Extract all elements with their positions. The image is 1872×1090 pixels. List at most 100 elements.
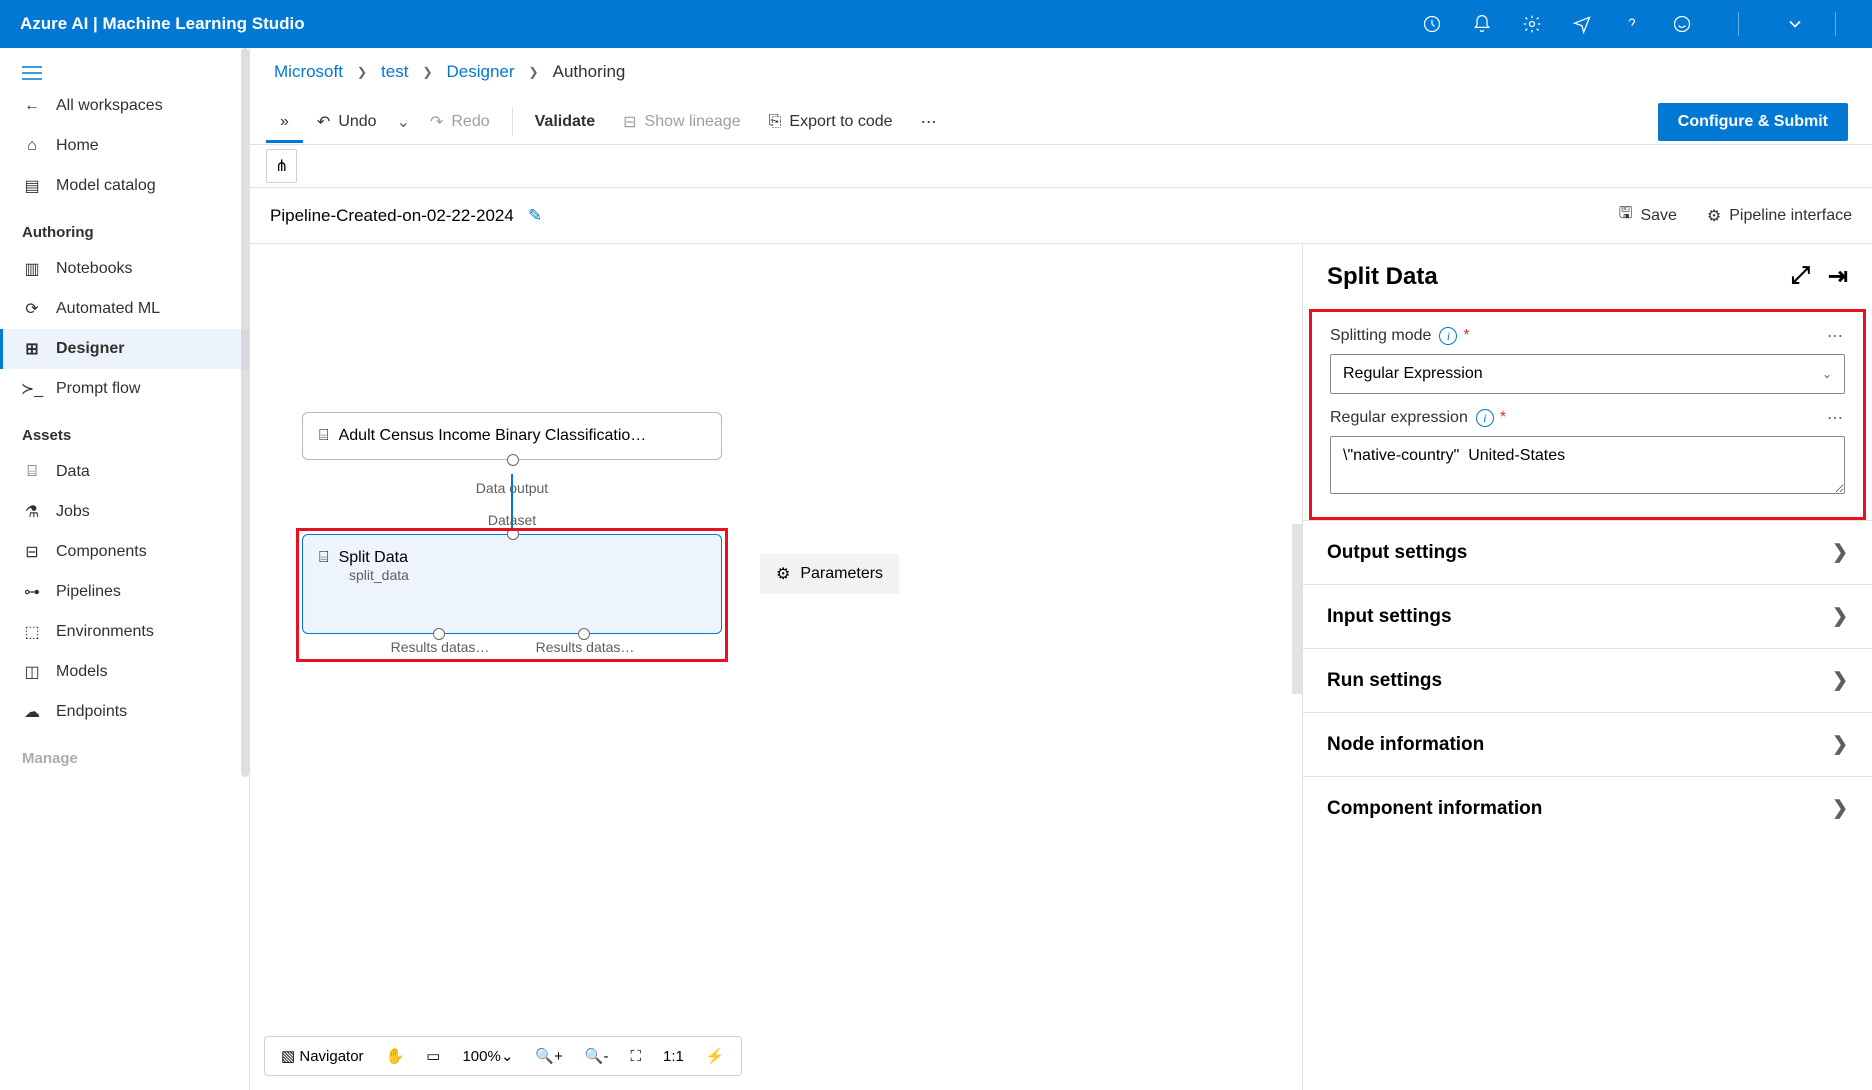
settings-icon[interactable] (1522, 14, 1542, 34)
undo-dropdown-button[interactable]: ⌄ (391, 100, 416, 144)
sidebar-item-data[interactable]: ⌸Data (0, 452, 249, 492)
properties-panel: Split Data ⤢ ⇥ Splitting mode i * ⋯ Regu… (1302, 244, 1872, 1090)
breadcrumb-link[interactable]: Microsoft (274, 62, 343, 82)
home-icon: ⌂ (22, 136, 42, 156)
environments-icon: ⬚ (22, 622, 42, 642)
redo-button[interactable]: ↷Redo (416, 100, 504, 144)
notebook-icon: ▥ (22, 259, 42, 279)
models-icon: ◫ (22, 662, 42, 682)
breadcrumb-link[interactable]: Designer (447, 62, 515, 82)
sidebar-item-jobs[interactable]: ⚗ Jobs (0, 492, 249, 532)
designer-canvas[interactable]: ⌸Adult Census Income Binary Classificati… (250, 244, 1302, 1090)
fit-screen-button[interactable]: ⛶ (625, 1044, 648, 1069)
sidebar-item-designer[interactable]: ⊞ Designer (0, 329, 249, 369)
save-button[interactable]: 🖫Save (1619, 202, 1677, 229)
expand-panel-button[interactable]: » (266, 101, 303, 143)
sidebar-item-label: Model catalog (56, 177, 156, 195)
output-port[interactable] (507, 454, 519, 466)
menu-toggle-icon[interactable] (0, 60, 249, 86)
field-menu-button[interactable]: ⋯ (1827, 408, 1845, 428)
input-port[interactable] (507, 528, 519, 540)
accordion-label: Run settings (1327, 670, 1442, 692)
jobs-icon: ⚗ (22, 502, 42, 522)
undo-button[interactable]: ↶Undo (303, 100, 391, 144)
pan-button[interactable]: ✋ (380, 1043, 411, 1069)
regular-expression-input[interactable]: \"native-country" United-States (1330, 436, 1845, 494)
collapse-icon[interactable]: ⇥ (1828, 262, 1848, 291)
sidebar-item-environments[interactable]: ⬚Environments (0, 612, 249, 652)
expand-icon[interactable]: ⤢ (1791, 262, 1810, 291)
sidebar-item-label: Jobs (56, 503, 90, 521)
select-value: Regular Expression (1343, 365, 1483, 383)
zoom-out-button[interactable]: 🔍- (579, 1043, 615, 1069)
sidebar-item-automated-ml[interactable]: ⟳ Automated ML (0, 289, 249, 329)
required-indicator: * (1500, 409, 1506, 427)
accordion-input-settings[interactable]: Input settings❯ (1303, 584, 1872, 648)
scrollbar[interactable] (241, 48, 249, 777)
accordion-run-settings[interactable]: Run settings ❯ (1303, 648, 1872, 712)
sidebar-item-components[interactable]: ⊟Components (0, 532, 249, 572)
navigator-label: Navigator (299, 1048, 363, 1065)
notifications-icon[interactable] (1472, 14, 1492, 34)
chevron-down-icon[interactable] (1785, 14, 1805, 34)
pipeline-interface-button[interactable]: ⚙Pipeline interface (1707, 206, 1852, 226)
edit-icon[interactable]: ✎ (528, 206, 542, 226)
help-icon[interactable] (1622, 14, 1642, 34)
dataset-icon: ⌸ (319, 427, 329, 445)
info-icon[interactable]: i (1476, 409, 1494, 427)
navigator-button[interactable]: ▧ Navigator (275, 1043, 370, 1069)
export-button[interactable]: ⎘Export to code (755, 101, 907, 143)
recent-icon[interactable] (1422, 14, 1442, 34)
configure-submit-button[interactable]: Configure & Submit (1658, 103, 1848, 141)
validate-button[interactable]: Validate (521, 101, 609, 143)
sliders-icon: ⚙ (776, 564, 790, 584)
feedback-icon[interactable] (1572, 14, 1592, 34)
splitting-mode-select[interactable]: Regular Expression ⌄ (1330, 354, 1845, 394)
canvas-node-dataset[interactable]: ⌸Adult Census Income Binary Classificati… (302, 412, 722, 460)
canvas-node-split-data[interactable]: ⌸Split Data split_data (302, 534, 722, 634)
sidebar-item-prompt-flow[interactable]: ≻_ Prompt flow (0, 369, 249, 409)
parameters-button[interactable]: ⚙ Parameters (760, 554, 899, 594)
graph-view-button[interactable]: ⋔ (266, 149, 297, 183)
show-lineage-button[interactable]: ⊟Show lineage (609, 100, 754, 144)
sidebar-item-label: Components (56, 543, 147, 561)
sidebar-item-endpoints[interactable]: ☁Endpoints (0, 692, 249, 732)
sidebar-item-pipelines[interactable]: ⊶Pipelines (0, 572, 249, 612)
sidebar-item-models[interactable]: ◫Models (0, 652, 249, 692)
field-menu-button[interactable]: ⋯ (1827, 326, 1845, 346)
sidebar-item-label: Notebooks (56, 260, 133, 278)
sidebar-section-authoring: Authoring (0, 206, 249, 249)
save-label: Save (1640, 207, 1676, 225)
chevron-right-icon: ❯ (1832, 669, 1848, 692)
breadcrumb-current: Authoring (553, 62, 626, 82)
breadcrumb-link[interactable]: test (381, 62, 408, 82)
sidebar-item-home[interactable]: ⌂ Home (0, 126, 249, 166)
accordion-output-settings[interactable]: Output settings❯ (1303, 520, 1872, 584)
designer-icon: ⊞ (22, 339, 42, 359)
canvas-scrollbar[interactable] (1292, 524, 1302, 694)
info-icon[interactable]: i (1439, 327, 1457, 345)
gear-icon: ⚙ (1707, 206, 1721, 226)
zoom-level[interactable]: 100% ⌄ (456, 1043, 519, 1069)
sidebar-section-manage: Manage (0, 732, 249, 775)
sidebar-item-label: Prompt flow (56, 380, 140, 398)
sidebar-item-model-catalog[interactable]: ▤ Model catalog (0, 166, 249, 206)
automl-icon: ⟳ (22, 299, 42, 319)
smiley-icon[interactable] (1672, 14, 1692, 34)
zoom-in-button[interactable]: 🔍+ (529, 1043, 568, 1069)
sidebar-section-assets: Assets (0, 409, 249, 452)
accordion-node-information[interactable]: Node information❯ (1303, 712, 1872, 776)
navigator-icon: ▧ (281, 1047, 295, 1065)
sidebar-item-label: Data (56, 463, 90, 481)
chevron-right-icon: ❯ (529, 65, 539, 79)
auto-layout-button[interactable]: ⚡ (700, 1043, 731, 1069)
accordion-component-information[interactable]: Component information❯ (1303, 776, 1872, 840)
sidebar-item-notebooks[interactable]: ▥ Notebooks (0, 249, 249, 289)
select-button[interactable]: ▭ (420, 1043, 446, 1069)
actual-size-button[interactable]: 1:1 (657, 1044, 690, 1069)
sidebar-all-workspaces[interactable]: ← All workspaces (0, 86, 249, 126)
more-button[interactable]: ⋯ (907, 100, 951, 144)
pipelines-icon: ⊶ (22, 582, 42, 602)
field-label: Splitting mode (1330, 327, 1431, 345)
promptflow-icon: ≻_ (22, 379, 42, 399)
